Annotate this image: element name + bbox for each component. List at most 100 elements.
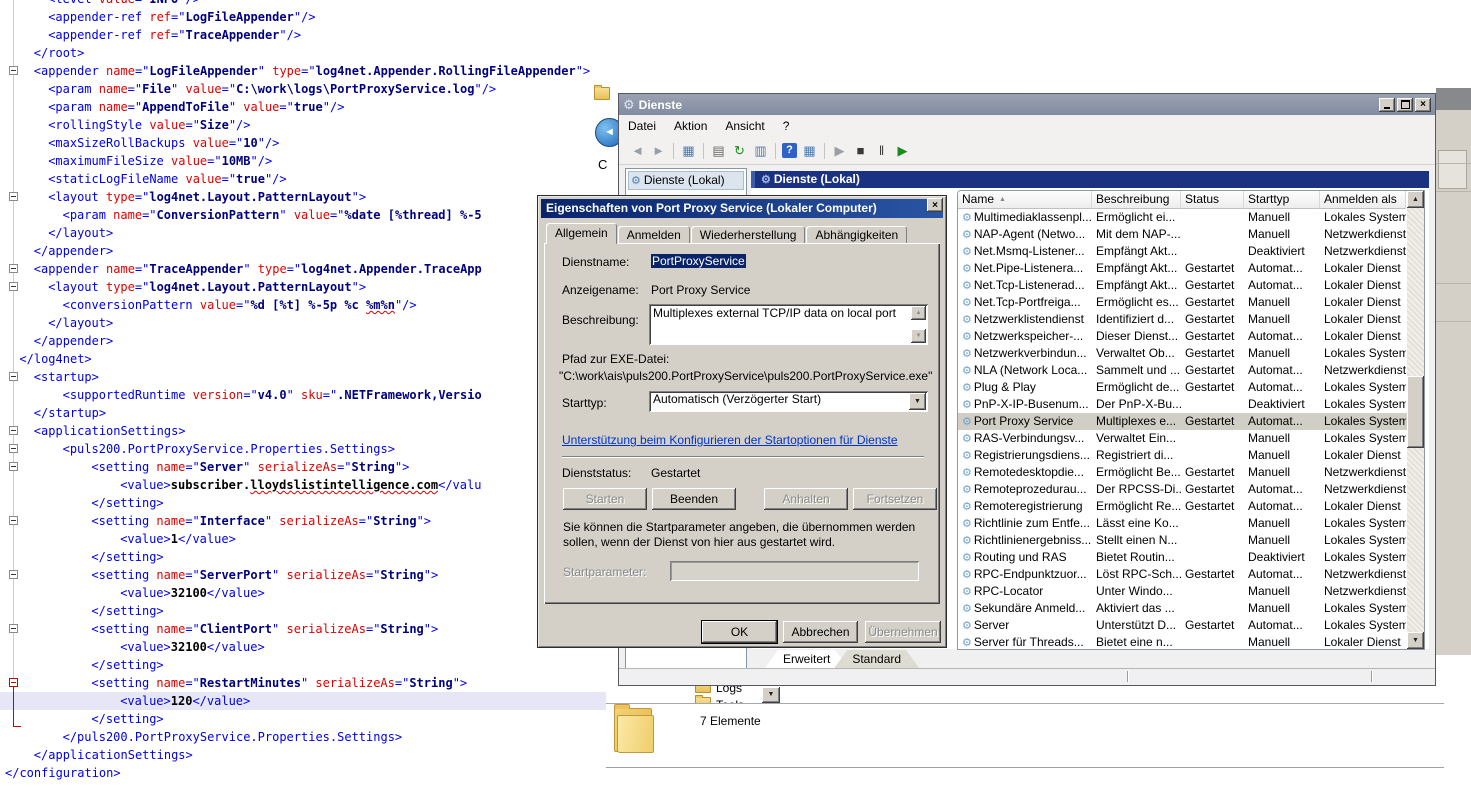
service-row[interactable]: ⚙Server für Threads...Bietet eine n...Ma… xyxy=(958,634,1424,650)
column-header-name[interactable]: Name▲ xyxy=(958,191,1092,209)
service-row[interactable]: ⚙PnP-X-IP-Busenum...Der PnP-X-Bu...Deakt… xyxy=(958,396,1424,413)
forward-icon[interactable]: ► xyxy=(650,142,667,159)
service-row[interactable]: ⚙RemoteregistrierungErmöglicht Re...Gest… xyxy=(958,498,1424,515)
service-row[interactable]: ⚙Registrierungsdiens...Registriert di...… xyxy=(958,447,1424,464)
stop-service-icon[interactable]: ■ xyxy=(852,142,869,159)
beschreibung-field[interactable]: Multiplexes external TCP/IP data on loca… xyxy=(649,304,928,345)
column-header-status[interactable]: Status xyxy=(1181,191,1244,209)
column-header-anmelden-als[interactable]: Anmelden als xyxy=(1320,191,1406,209)
fold-marker[interactable] xyxy=(9,462,18,471)
vertical-scrollbar[interactable]: ▲ ▼ xyxy=(1407,191,1424,649)
refresh-icon[interactable]: ↻ xyxy=(731,142,748,159)
tab-anmelden[interactable]: Anmelden xyxy=(618,226,690,244)
code-line[interactable]: <appender-ref ref="TraceAppender"/> xyxy=(0,26,1471,44)
fold-marker[interactable] xyxy=(9,678,18,687)
view-tab-erweitert[interactable]: Erweitert xyxy=(765,650,848,668)
service-row[interactable]: ⚙Net.Msmq-Listener...Empfängt Akt...Deak… xyxy=(958,243,1424,260)
properties-icon[interactable]: ▤ xyxy=(710,142,727,159)
code-line[interactable]: <level value="INFO"/> xyxy=(0,0,1471,8)
service-row[interactable]: ⚙Richtlinienergebniss...Stellt einen N..… xyxy=(958,532,1424,549)
fold-marker[interactable] xyxy=(9,192,18,201)
start-service-icon[interactable]: ▶ xyxy=(831,142,848,159)
service-gear-icon: ⚙ xyxy=(962,229,972,241)
code-line[interactable]: <appender-ref ref="LogFileAppender"/> xyxy=(0,8,1471,26)
scroll-down-icon[interactable]: ▼ xyxy=(911,329,926,343)
restart-service-icon[interactable]: ▶ xyxy=(894,142,911,159)
back-icon[interactable]: ◄ xyxy=(629,142,646,159)
code-line[interactable]: <appender name="LogFileAppender" type="l… xyxy=(0,62,1471,80)
menu-item-aktion[interactable]: Aktion xyxy=(665,115,716,137)
fold-marker[interactable] xyxy=(9,516,18,525)
menu-item-help[interactable]: ? xyxy=(774,115,799,137)
service-row[interactable]: ⚙Multimediaklassenpl...Ermöglicht ei...M… xyxy=(958,209,1424,226)
service-row[interactable]: ⚙Netzwerkspeicher-...Dieser Dienst...Ges… xyxy=(958,328,1424,345)
fold-marker[interactable] xyxy=(9,282,18,291)
service-row[interactable]: ⚙Routing und RASBietet Routin...Deaktivi… xyxy=(958,549,1424,566)
anhalten-button[interactable]: Anhalten xyxy=(764,488,848,510)
service-row[interactable]: ⚙RPC-Endpunktzuor...Löst RPC-Sch...Gesta… xyxy=(958,566,1424,583)
close-button[interactable]: × xyxy=(1415,98,1431,112)
service-row[interactable]: ⚙RPC-LocatorUnter Windo...ManuellNetzwer… xyxy=(958,583,1424,600)
service-row[interactable]: ⚙Net.Tcp-Portfreiga...Ermöglicht es...Ge… xyxy=(958,294,1424,311)
view-tab-standard[interactable]: Standard xyxy=(834,650,919,668)
titlebar[interactable]: ⚙ Dienste × xyxy=(619,94,1435,115)
service-cell: Automat... xyxy=(1244,481,1320,498)
tab-abhängigkeiten[interactable]: Abhängigkeiten xyxy=(806,226,907,244)
pause-service-icon[interactable]: ‖ xyxy=(873,142,890,159)
chevron-down-icon[interactable]: ▼ xyxy=(909,393,926,410)
export-list-icon[interactable]: ▥ xyxy=(752,142,769,159)
service-row[interactable]: ⚙Richtlinie zum Entfe...Lässt eine Ko...… xyxy=(958,515,1424,532)
fold-marker[interactable] xyxy=(9,624,18,633)
close-icon[interactable]: × xyxy=(927,198,943,212)
service-row[interactable]: ⚙Net.Pipe-Listenera...Empfängt Akt...Ges… xyxy=(958,260,1424,277)
service-row[interactable]: ⚙NetzwerklistendienstIdentifiziert d...G… xyxy=(958,311,1424,328)
menu-item-datei[interactable]: Datei xyxy=(619,115,665,137)
service-row[interactable]: ⚙NLA (Network Loca...Sammelt und ...Gest… xyxy=(958,362,1424,379)
chevron-down-icon[interactable]: ▼ xyxy=(762,687,780,703)
scroll-down-icon[interactable]: ▼ xyxy=(1407,632,1424,649)
service-row[interactable]: ⚙RAS-Verbindungsv...Verwaltet Ein...Manu… xyxy=(958,430,1424,447)
fold-marker[interactable] xyxy=(9,372,18,381)
scroll-up-icon[interactable]: ▲ xyxy=(1407,191,1424,208)
minimize-button[interactable] xyxy=(1379,98,1395,112)
ok-button[interactable]: OK xyxy=(702,621,777,643)
fold-marker[interactable] xyxy=(9,264,18,273)
service-cell: Lokaler Dienst xyxy=(1320,294,1406,311)
service-row[interactable]: ⚙Netzwerkverbindun...Verwaltet Ob...Gest… xyxy=(958,345,1424,362)
startparameter-input[interactable] xyxy=(670,561,919,581)
tab-allgemein[interactable]: Allgemein xyxy=(546,223,617,244)
help-icon[interactable]: ? xyxy=(782,143,797,158)
tab-wiederherstellung[interactable]: Wiederherstellung xyxy=(691,226,806,244)
starten-button[interactable]: Starten xyxy=(563,488,647,510)
service-row[interactable]: ⚙NAP-Agent (Netwo...Mit dem NAP-...Manue… xyxy=(958,226,1424,243)
abbrechen-button[interactable]: Abbrechen xyxy=(783,621,858,643)
uebernehmen-button[interactable]: Übernehmen xyxy=(865,621,941,643)
service-row[interactable]: ⚙Net.Tcp-Listenerad...Empfängt Akt...Ges… xyxy=(958,277,1424,294)
dienstname-value[interactable]: PortProxyService xyxy=(651,254,746,268)
service-row[interactable]: ⚙Sekundäre Anmeld...Aktiviert das ...Man… xyxy=(958,600,1424,617)
service-row[interactable]: ⚙Port Proxy ServiceMultiplexes e...Gesta… xyxy=(958,413,1424,430)
service-row[interactable]: ⚙ServerUnterstützt D...GestartetAutomat.… xyxy=(958,617,1424,634)
column-header-beschreibung[interactable]: Beschreibung xyxy=(1092,191,1181,209)
dialog-titlebar[interactable]: Eigenschaften von Port Proxy Service (Lo… xyxy=(541,199,943,218)
startoptions-help-link[interactable]: Unterstützung beim Konfigurieren der Sta… xyxy=(562,433,898,447)
fold-marker[interactable] xyxy=(9,444,18,453)
service-row[interactable]: ⚙Remotedesktopdie...Ermöglicht Be...Gest… xyxy=(958,464,1424,481)
beenden-button[interactable]: Beenden xyxy=(652,488,736,510)
fold-marker[interactable] xyxy=(9,570,18,579)
extended-view-icon[interactable]: ▦ xyxy=(801,142,818,159)
tree-item-dienste-lokal[interactable]: ⚙Dienste (Lokal) xyxy=(628,171,744,190)
scrollbar-thumb[interactable] xyxy=(1407,376,1424,448)
code-line[interactable]: </root> xyxy=(0,44,1471,62)
starttyp-select[interactable]: Automatisch (Verzögerter Start) ▼ xyxy=(649,391,928,412)
service-row[interactable]: ⚙Plug & PlayErmöglicht de...GestartetAut… xyxy=(958,379,1424,396)
fold-marker[interactable] xyxy=(9,426,18,435)
fold-marker[interactable] xyxy=(9,66,18,75)
service-row[interactable]: ⚙Remoteprozedurau...Der RPCSS-Di...Gesta… xyxy=(958,481,1424,498)
scroll-up-icon[interactable]: ▲ xyxy=(911,306,926,320)
menu-item-ansicht[interactable]: Ansicht xyxy=(716,115,773,137)
fortsetzen-button[interactable]: Fortsetzen xyxy=(853,488,937,510)
maximize-button[interactable] xyxy=(1397,98,1413,112)
column-header-starttyp[interactable]: Starttyp xyxy=(1244,191,1320,209)
console-tree-icon[interactable]: ▦ xyxy=(680,142,697,159)
